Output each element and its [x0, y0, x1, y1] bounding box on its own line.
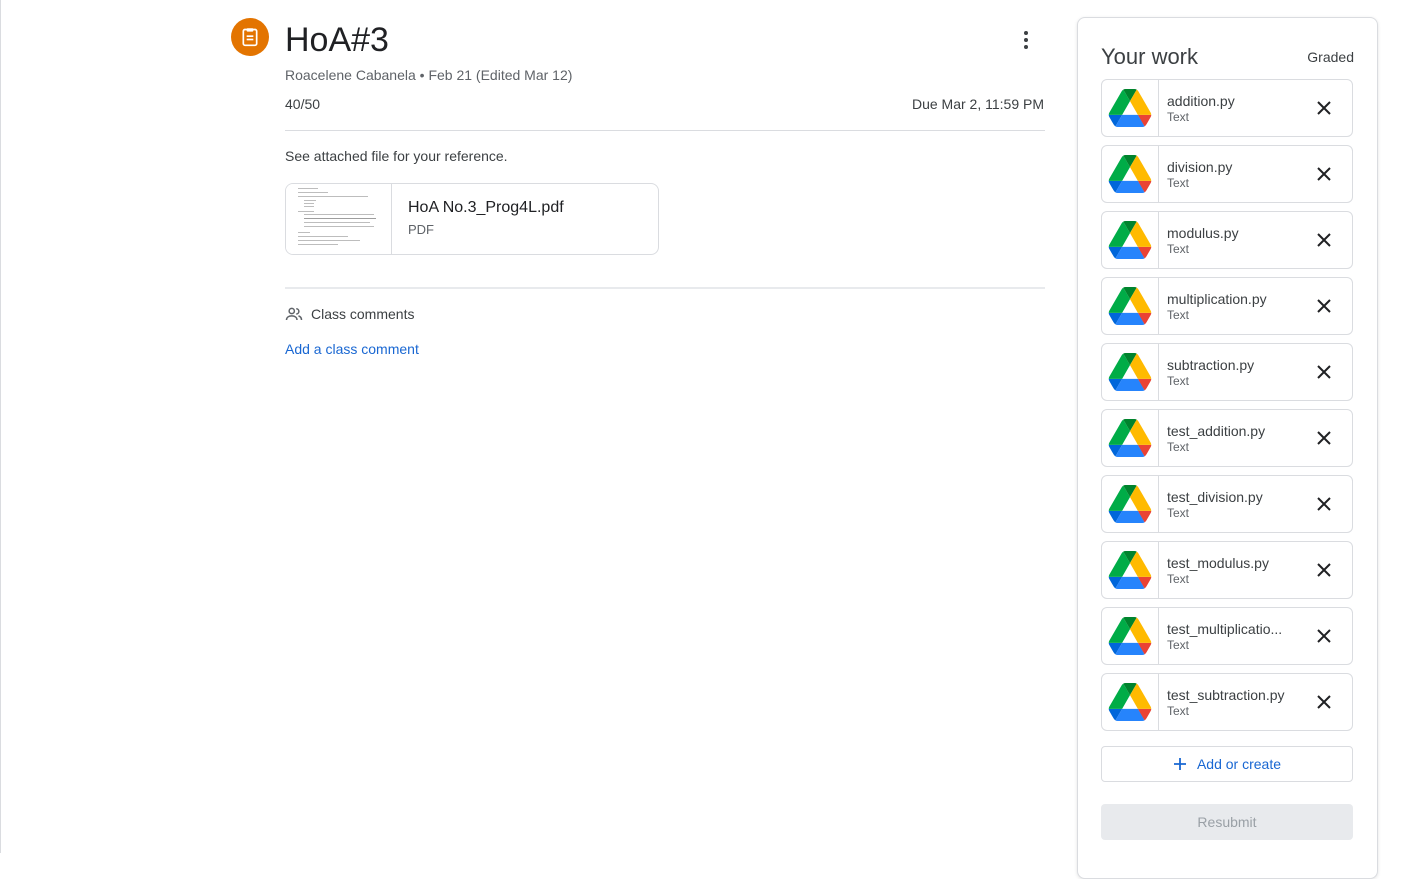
remove-file-button[interactable] [1310, 424, 1338, 452]
remove-file-button[interactable] [1310, 556, 1338, 584]
file-kind: Text [1167, 175, 1190, 190]
your-work-title: Your work [1101, 44, 1199, 69]
close-icon [1317, 299, 1331, 313]
work-file-card[interactable]: test_multiplicatio... Text [1101, 607, 1353, 665]
google-drive-icon [1102, 80, 1159, 136]
close-icon [1317, 101, 1331, 115]
attachment-card[interactable]: HoA No.3_Prog4L.pdf PDF [285, 183, 659, 255]
remove-file-button[interactable] [1310, 688, 1338, 716]
page-left-border [0, 0, 1, 853]
file-name: test_multiplicatio... [1167, 620, 1283, 637]
class-comments-label: Class comments [311, 306, 415, 322]
header-divider [285, 130, 1045, 131]
work-file-card[interactable]: test_subtraction.py Text [1101, 673, 1353, 731]
comments-divider [285, 287, 1045, 289]
close-icon [1317, 365, 1331, 379]
file-name: subtraction.py [1167, 356, 1255, 373]
file-name: multiplication.py [1167, 290, 1267, 307]
remove-file-button[interactable] [1310, 358, 1338, 386]
work-file-card[interactable]: addition.py Text [1101, 79, 1353, 137]
work-file-card[interactable]: multiplication.py Text [1101, 277, 1353, 335]
plus-icon [1173, 758, 1186, 770]
google-drive-icon [1102, 476, 1159, 532]
google-drive-icon [1102, 212, 1159, 268]
remove-file-button[interactable] [1310, 292, 1338, 320]
assignment-meta: Roacelene Cabanela • Feb 21 (Edited Mar … [285, 67, 573, 83]
file-name: test_subtraction.py [1167, 686, 1285, 703]
attachment-title: HoA No.3_Prog4L.pdf [408, 199, 564, 216]
google-drive-icon [1102, 542, 1159, 598]
work-file-card[interactable]: modulus.py Text [1101, 211, 1353, 269]
more-vert-icon [1024, 31, 1028, 49]
google-drive-icon [1102, 278, 1159, 334]
close-icon [1317, 629, 1331, 643]
close-icon [1317, 233, 1331, 247]
remove-file-button[interactable] [1310, 94, 1338, 122]
file-kind: Text [1167, 307, 1190, 322]
people-icon [285, 307, 303, 321]
file-name: addition.py [1167, 92, 1235, 109]
file-name: modulus.py [1167, 224, 1239, 241]
file-kind: Text [1167, 373, 1190, 388]
more-options-button[interactable] [1012, 26, 1040, 54]
file-kind: Text [1167, 439, 1190, 454]
instructions-text: See attached file for your reference. [285, 148, 508, 164]
close-icon [1317, 563, 1331, 577]
close-icon [1317, 695, 1331, 709]
file-kind: Text [1167, 637, 1190, 652]
points-score: 40/50 [285, 96, 321, 112]
pdf-thumbnail [286, 184, 392, 254]
close-icon [1317, 497, 1331, 511]
file-name: test_modulus.py [1167, 554, 1269, 571]
attachment-type: PDF [408, 222, 434, 237]
close-icon [1317, 431, 1331, 445]
add-class-comment-link[interactable]: Add a class comment [285, 341, 419, 357]
google-drive-icon [1102, 344, 1159, 400]
work-file-card[interactable]: subtraction.py Text [1101, 343, 1353, 401]
remove-file-button[interactable] [1310, 226, 1338, 254]
class-comments-header: Class comments [285, 306, 414, 322]
remove-file-button[interactable] [1310, 160, 1338, 188]
file-kind: Text [1167, 703, 1190, 718]
file-name: test_division.py [1167, 488, 1263, 505]
remove-file-button[interactable] [1310, 622, 1338, 650]
google-drive-icon [1102, 410, 1159, 466]
assignment-icon [231, 18, 269, 56]
google-drive-icon [1102, 674, 1159, 730]
file-kind: Text [1167, 109, 1190, 124]
file-kind: Text [1167, 241, 1190, 256]
work-file-card[interactable]: test_division.py Text [1101, 475, 1353, 533]
work-file-card[interactable]: division.py Text [1101, 145, 1353, 203]
work-file-card[interactable]: test_addition.py Text [1101, 409, 1353, 467]
file-kind: Text [1167, 505, 1190, 520]
close-icon [1317, 167, 1331, 181]
add-or-create-label: Add or create [1196, 756, 1282, 772]
remove-file-button[interactable] [1310, 490, 1338, 518]
work-file-card[interactable]: test_modulus.py Text [1101, 541, 1353, 599]
google-drive-icon [1102, 608, 1159, 664]
resubmit-button[interactable]: Resubmit [1101, 804, 1353, 840]
google-drive-icon [1102, 146, 1159, 202]
add-or-create-button[interactable]: Add or create [1101, 746, 1353, 782]
file-kind: Text [1167, 571, 1190, 586]
your-work-panel: Your work Graded addition.py Text division… [1077, 17, 1378, 879]
assignment-title: HoA#3 [285, 21, 389, 59]
file-name: test_addition.py [1167, 422, 1266, 439]
work-status: Graded [1307, 49, 1354, 65]
file-name: division.py [1167, 158, 1233, 175]
due-date: Due Mar 2, 11:59 PM [911, 96, 1044, 112]
